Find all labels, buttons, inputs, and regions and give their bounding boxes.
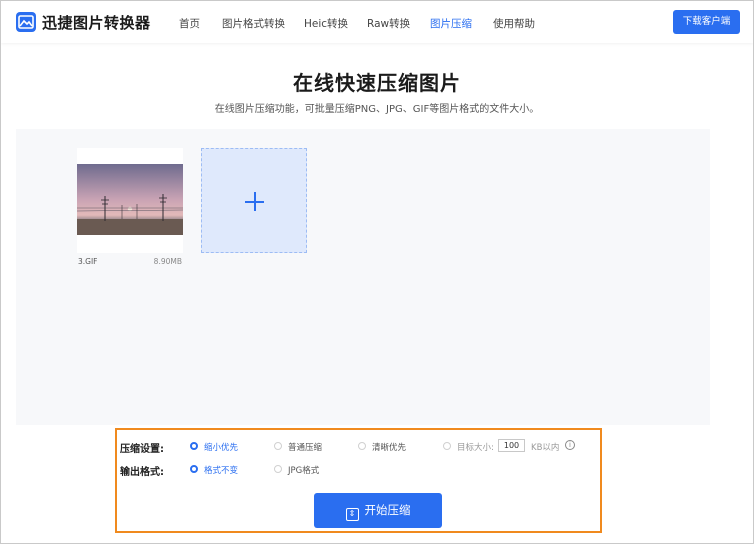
nav-help[interactable]: 使用帮助 [493, 16, 535, 31]
download-client-button[interactable]: 下载客户端 [673, 10, 740, 34]
compress-settings-label: 压缩设置: [120, 444, 164, 455]
option-target-size[interactable]: 目标大小: [457, 441, 494, 453]
option-keep-format[interactable]: 格式不变 [204, 464, 238, 476]
file-card[interactable] [77, 148, 183, 253]
output-format-label: 输出格式: [120, 467, 164, 478]
plus-icon-vertical [254, 192, 256, 211]
add-file-button[interactable] [201, 148, 307, 253]
file-name: 3.GIF [78, 257, 98, 266]
target-size-unit: KB以内 [531, 443, 560, 453]
nav-heic-convert[interactable]: Heic转换 [304, 16, 348, 31]
option-normal-compress[interactable]: 普通压缩 [288, 441, 322, 453]
nav-image-compress[interactable]: 图片压缩 [430, 16, 472, 31]
target-size-input[interactable]: 100 [498, 439, 525, 452]
top-header: 迅捷图片转换器 首页 图片格式转换 Heic转换 Raw转换 图片压缩 使用帮助… [1, 1, 753, 43]
option-shrink-first[interactable]: 缩小优先 [204, 441, 238, 453]
app-logo-icon[interactable] [16, 12, 36, 32]
radio-jpg-format[interactable] [274, 465, 282, 473]
start-compress-button[interactable]: ⇕ 开始压缩 [314, 493, 442, 528]
option-clarity-first[interactable]: 清晰优先 [372, 441, 406, 453]
radio-clarity-first[interactable] [358, 442, 366, 450]
nav-home[interactable]: 首页 [179, 16, 200, 31]
page-title: 在线快速压缩图片 [293, 71, 461, 95]
radio-keep-format[interactable] [190, 465, 198, 473]
page-subtitle: 在线图片压缩功能，可批量压缩PNG、JPG、GIF等图片格式的文件大小。 [214, 104, 540, 115]
nav-raw-convert[interactable]: Raw转换 [367, 16, 410, 31]
radio-shrink-first[interactable] [190, 442, 198, 450]
start-compress-label: 开始压缩 [364, 503, 411, 517]
file-size: 8.90MB [153, 257, 182, 266]
radio-normal-compress[interactable] [274, 442, 282, 450]
radio-target-size[interactable] [443, 442, 451, 450]
info-icon[interactable]: i [565, 440, 575, 450]
brand-name[interactable]: 迅捷图片转换器 [42, 12, 151, 33]
compress-icon: ⇕ [345, 508, 359, 521]
file-thumbnail [77, 164, 183, 235]
option-jpg-format[interactable]: JPG格式 [288, 464, 319, 476]
nav-format-convert[interactable]: 图片格式转换 [222, 16, 285, 31]
